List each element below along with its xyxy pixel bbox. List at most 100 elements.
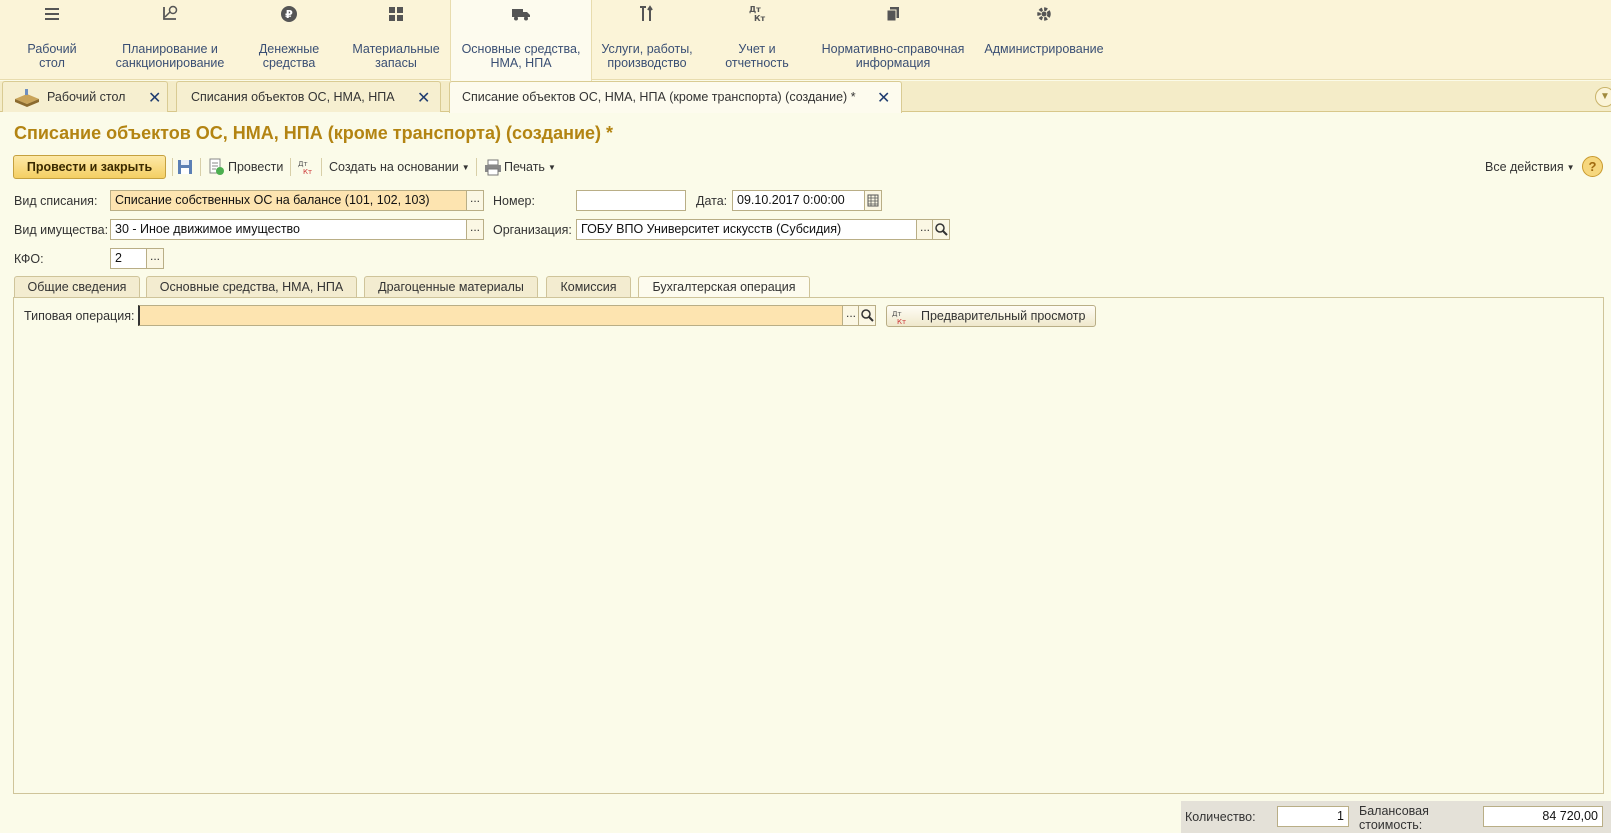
kfo-select-button[interactable]: ...: [146, 248, 164, 269]
date-label: Дата:: [696, 194, 728, 208]
section-label: Услуги, работы,: [601, 42, 693, 56]
toolbar-separator: [321, 158, 322, 176]
close-icon[interactable]: ✕: [877, 88, 890, 108]
grid-icon: [386, 4, 406, 24]
balance-label-line: стоимость:: [1359, 818, 1423, 832]
search-icon[interactable]: [932, 219, 950, 240]
tools-icon: [637, 4, 657, 24]
open-tab-label: Списание объектов ОС, НМА, НПА (кроме тр…: [462, 90, 856, 104]
property-type-select-button[interactable]: ...: [466, 219, 484, 240]
section-label: санкционирование: [115, 56, 225, 70]
balance-label-line: Балансовая: [1359, 804, 1429, 818]
property-type-label: Вид имущества:: [14, 223, 109, 237]
section-fixed-assets[interactable]: Основные средства, НМА, НПА: [450, 0, 592, 81]
documents-icon: [883, 4, 903, 24]
section-label: Денежные: [258, 42, 320, 56]
section-label: Рабочий: [27, 42, 77, 56]
section-label: НМА, НПА: [490, 56, 552, 70]
toolbar-separator: [172, 158, 173, 176]
svg-text:Кт: Кт: [303, 168, 312, 176]
tab-accounting-operation[interactable]: Бухгалтерская операция: [638, 276, 810, 299]
svg-text:Кт: Кт: [897, 318, 906, 326]
preview-button[interactable]: Дт Кт Предварительный просмотр: [886, 305, 1096, 327]
page-title: Списание объектов ОС, НМА, НПА (кроме тр…: [14, 123, 614, 143]
section-label: Учет и: [738, 42, 776, 56]
balance-label: Балансовая стоимость:: [1359, 804, 1429, 832]
tabs-menu-icon[interactable]: ▼: [1595, 87, 1611, 107]
debit-credit-icon[interactable]: ДтКт: [297, 158, 315, 176]
planning-icon: [160, 4, 180, 24]
operation-field[interactable]: [138, 305, 844, 326]
svg-text:Кт: Кт: [754, 14, 766, 23]
print-button[interactable]: Печать ▼: [504, 158, 556, 176]
kfo-label: КФО:: [14, 252, 44, 266]
toolbar-separator: [200, 158, 201, 176]
preview-label: Предварительный просмотр: [921, 309, 1086, 323]
debit-credit-icon: ДтКт: [747, 4, 767, 24]
section-desktop[interactable]: Рабочий стол: [0, 0, 104, 80]
open-tab-writeoffs-list[interactable]: Списания объектов ОС, НМА, НПА ✕: [176, 81, 441, 112]
gear-icon: [1034, 4, 1054, 24]
svg-text:₽: ₽: [285, 8, 293, 21]
quantity-label: Количество:: [1185, 810, 1256, 824]
tab-fixed-assets[interactable]: Основные средства, НМА, НПА: [146, 276, 357, 298]
open-tab-label: Рабочий стол: [47, 90, 126, 104]
post-icon: [209, 158, 224, 175]
section-reference[interactable]: Нормативно-справочная информация: [812, 0, 974, 80]
post-button[interactable]: Провести: [228, 158, 283, 176]
print-label: Печать: [504, 160, 545, 174]
sections-panel: Рабочий стол Планирование и санкционирован…: [0, 0, 1611, 81]
organization-field[interactable]: ГОБУ ВПО Университет искусств (Субсидия): [576, 219, 918, 240]
section-label: производство: [607, 56, 687, 70]
close-icon[interactable]: ✕: [417, 88, 430, 108]
svg-text:Дт: Дт: [892, 310, 902, 318]
date-field[interactable]: 09.10.2017 0:00:00: [732, 190, 866, 211]
open-tab-current-document[interactable]: Списание объектов ОС, НМА, НПА (кроме тр…: [449, 81, 902, 113]
close-icon[interactable]: ✕: [148, 88, 161, 108]
writeoff-type-label: Вид списания:: [14, 194, 98, 208]
chevron-down-icon: ▼: [1566, 162, 1575, 172]
section-label: отчетность: [725, 56, 789, 70]
desktop-icon: [15, 89, 39, 107]
writeoff-type-select-button[interactable]: ...: [466, 190, 484, 211]
section-admin[interactable]: Администрирование: [974, 0, 1114, 80]
footer-totals: Количество: 1 Балансовая стоимость: 84 7…: [1181, 801, 1611, 833]
printer-icon: [485, 159, 501, 176]
operation-label: Типовая операция:: [24, 309, 135, 323]
debit-credit-icon: ДтКт: [892, 310, 906, 326]
list-icon: [42, 4, 62, 24]
post-and-close-button[interactable]: Провести и закрыть: [13, 155, 166, 179]
section-planning[interactable]: Планирование и санкционирование: [104, 0, 236, 80]
open-tabs-bar: Рабочий стол ✕ Списания объектов ОС, НМА…: [0, 81, 1611, 113]
tab-commission[interactable]: Комиссия: [546, 276, 631, 298]
svg-text:Дт: Дт: [298, 160, 308, 168]
toolbar-separator: [290, 158, 291, 176]
calendar-icon[interactable]: [864, 190, 882, 211]
section-label: Администрирование: [984, 42, 1104, 56]
number-label: Номер:: [493, 194, 535, 208]
quantity-field[interactable]: 1: [1277, 806, 1349, 827]
section-materials[interactable]: Материальные запасы: [342, 0, 450, 80]
open-tab-desktop[interactable]: Рабочий стол ✕: [2, 81, 168, 112]
balance-value-field[interactable]: 84 720,00: [1483, 806, 1603, 827]
create-based-on-button[interactable]: Создать на основании ▼: [329, 158, 470, 176]
tab-general[interactable]: Общие сведения: [14, 276, 140, 298]
number-field[interactable]: [576, 190, 686, 211]
section-money[interactable]: ₽ Денежные средства: [236, 0, 342, 80]
section-label: Основные средства,: [461, 42, 581, 56]
open-tab-label: Списания объектов ОС, НМА, НПА: [191, 90, 395, 104]
all-actions-button[interactable]: Все действия ▼: [1485, 158, 1575, 176]
property-type-field[interactable]: 30 - Иное движимое имущество: [110, 219, 468, 240]
tab-precious-materials[interactable]: Драгоценные материалы: [364, 276, 538, 298]
section-label: Нормативно-справочная: [821, 42, 965, 56]
section-accounting[interactable]: Дт Кт Учет и отчетность: [702, 0, 812, 80]
kfo-field[interactable]: 2: [110, 248, 148, 269]
help-icon[interactable]: ?: [1582, 156, 1603, 177]
section-services[interactable]: Услуги, работы, производство: [592, 0, 702, 80]
truck-icon: [511, 4, 531, 24]
section-label: Материальные: [352, 42, 440, 56]
search-icon[interactable]: [858, 305, 876, 326]
save-icon[interactable]: [176, 158, 194, 176]
section-label: Планирование и: [122, 42, 218, 56]
writeoff-type-field[interactable]: Списание собственных ОС на балансе (101,…: [110, 190, 468, 211]
